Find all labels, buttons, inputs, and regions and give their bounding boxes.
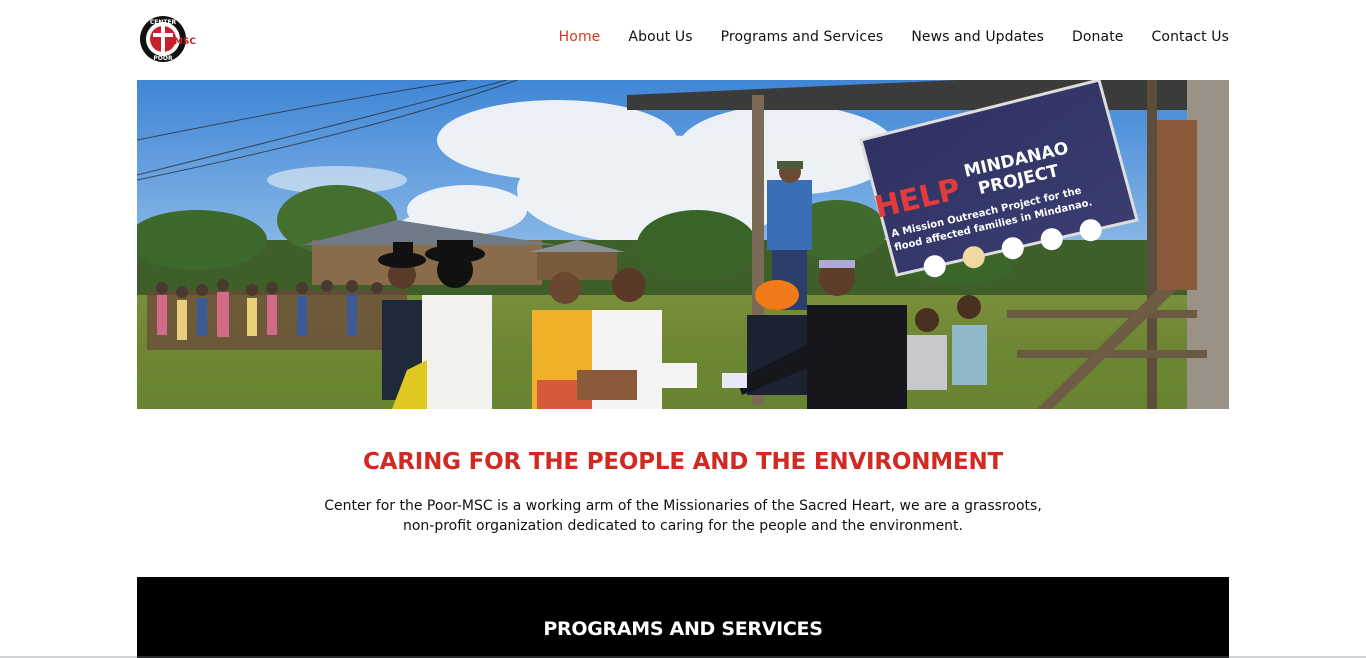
programs-title: PROGRAMS AND SERVICES xyxy=(543,618,823,640)
site-header: CENTER POOR MSC Home About Us Programs a… xyxy=(0,0,1366,80)
intro-text: Center for the Poor-MSC is a working arm… xyxy=(310,496,1056,536)
programs-section: PROGRAMS AND SERVICES xyxy=(137,577,1229,658)
nav-about-us[interactable]: About Us xyxy=(628,29,692,45)
intro-title: CARING FOR THE PEOPLE AND THE ENVIRONMEN… xyxy=(362,449,1004,475)
nav-contact-us[interactable]: Contact Us xyxy=(1152,29,1229,45)
nav-home[interactable]: Home xyxy=(559,29,601,45)
intro-text-line-2: non-profit organization dedicated to car… xyxy=(402,518,963,534)
nav-news-and-updates[interactable]: News and Updates xyxy=(911,29,1044,45)
nav-donate[interactable]: Donate xyxy=(1072,29,1124,45)
site-logo[interactable]: CENTER POOR MSC xyxy=(139,15,197,65)
hero-image: HELP MINDANAO PROJECT A Mission Outreach… xyxy=(137,80,1229,409)
svg-text:POOR: POOR xyxy=(153,55,173,62)
svg-text:MSC: MSC xyxy=(174,37,196,47)
nav-programs-and-services[interactable]: Programs and Services xyxy=(721,29,884,45)
main-nav: Home About Us Programs and Services News… xyxy=(559,29,1229,45)
intro-text-line-1: Center for the Poor-MSC is a working arm… xyxy=(324,498,1042,514)
svg-text:CENTER: CENTER xyxy=(150,19,177,26)
